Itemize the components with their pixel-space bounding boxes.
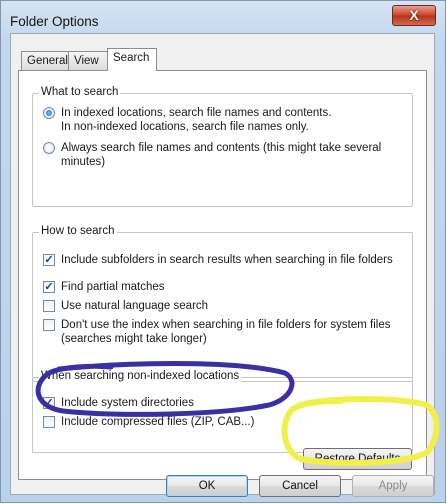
how-to-search-legend: How to search [39, 225, 117, 237]
radio-indexed-label-line2: In non-indexed locations, search file na… [61, 121, 309, 133]
checkbox-dont-use-index[interactable]: Don't use the index when searching in fi… [43, 318, 405, 348]
radio-indexed-locations[interactable]: In indexed locations, search file names … [43, 106, 403, 136]
ok-button[interactable]: OK [166, 475, 248, 497]
system-directories-label: Include system directories [61, 397, 194, 409]
tab-search[interactable]: Search [107, 48, 157, 71]
radio-indexed-button[interactable] [43, 107, 55, 119]
non-indexed-group: When searching non-indexed locations ✓ I… [32, 370, 413, 453]
dont-use-index-label-line1: Don't use the index when searching in fi… [61, 319, 391, 331]
restore-defaults-button[interactable]: Restore Defaults [303, 448, 412, 470]
apply-button[interactable]: Apply [352, 475, 434, 497]
tab-general[interactable]: General [21, 51, 69, 70]
checkbox-find-partial-matches[interactable]: ✓ Find partial matches [43, 280, 405, 296]
folder-options-dialog: Folder Options X General View Search Wha… [0, 0, 446, 503]
checkbox-compressed-files-box[interactable] [43, 416, 55, 428]
radio-always-button[interactable] [43, 142, 55, 154]
what-to-search-group: What to search In indexed locations, sea… [32, 86, 413, 207]
checkbox-include-subfolders[interactable]: ✓ Include subfolders in search results w… [43, 253, 405, 269]
cancel-button[interactable]: Cancel [259, 475, 341, 497]
checkbox-natural-language-box[interactable] [43, 300, 55, 312]
checkbox-dont-use-index-box[interactable] [43, 319, 55, 331]
close-icon: X [409, 7, 419, 23]
find-partial-matches-label: Find partial matches [61, 281, 165, 293]
compressed-files-label: Include compressed files (ZIP, CAB...) [61, 416, 255, 428]
include-subfolders-label: Include subfolders in search results whe… [61, 254, 393, 266]
dialog-body: General View Search What to search In in… [10, 33, 435, 495]
radio-indexed-label-line1: In indexed locations, search file names … [61, 107, 332, 119]
non-indexed-legend: When searching non-indexed locations [39, 370, 242, 382]
natural-language-label: Use natural language search [61, 300, 209, 312]
close-button[interactable]: X [392, 5, 436, 26]
dont-use-index-label-line2: (searches might take longer) [61, 333, 207, 345]
checkbox-natural-language[interactable]: Use natural language search [43, 299, 405, 315]
how-to-search-group: How to search ✓ Include subfolders in se… [32, 225, 413, 382]
checkbox-system-directories[interactable]: ✓ Include system directories [43, 396, 405, 412]
what-to-search-legend: What to search [39, 86, 121, 98]
checkbox-compressed-files[interactable]: Include compressed files (ZIP, CAB...) [43, 415, 405, 431]
check-icon[interactable]: ✓ [43, 397, 55, 409]
tab-view[interactable]: View [68, 51, 108, 70]
check-icon[interactable]: ✓ [43, 254, 55, 266]
radio-always-label-line1: Always search file names and contents (t… [61, 142, 382, 154]
window-title: Folder Options [10, 14, 99, 29]
radio-always-search[interactable]: Always search file names and contents (t… [43, 141, 403, 171]
search-tab-page: What to search In indexed locations, sea… [18, 70, 427, 480]
check-icon[interactable]: ✓ [43, 281, 55, 293]
radio-always-label-line2: minutes) [61, 156, 106, 168]
